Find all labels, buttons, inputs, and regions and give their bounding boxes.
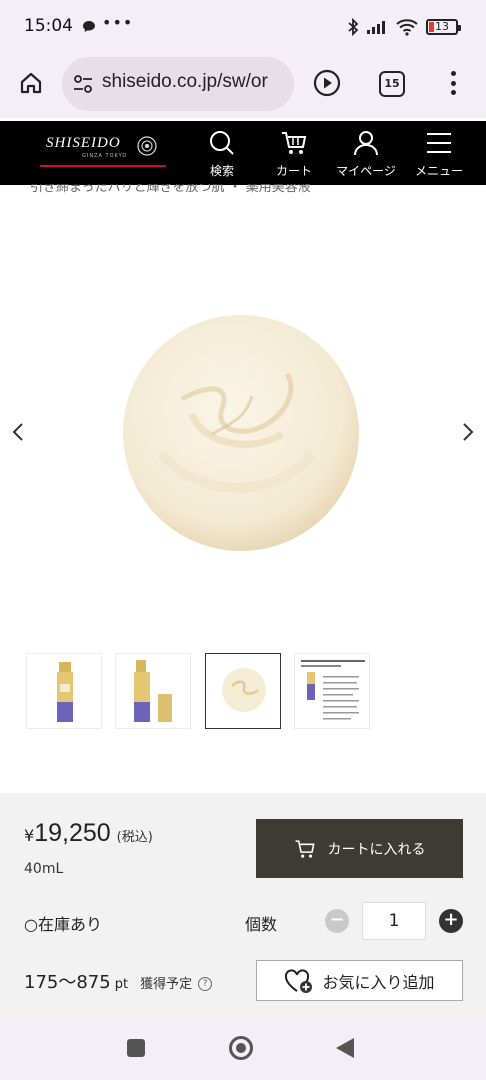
signal-icon xyxy=(367,21,385,34)
home-circle-icon[interactable] xyxy=(229,1036,253,1060)
stock-status: ○在庫あり xyxy=(24,915,102,934)
site-header: SHISEIDO GINZA TOKYO 検索 カート マイページ メニュー xyxy=(0,121,486,185)
points-range: 175〜875 xyxy=(24,972,111,993)
more-notifications-icon: ••• xyxy=(102,13,134,32)
recents-icon[interactable] xyxy=(127,1039,145,1057)
thumbnail-info-sheet[interactable] xyxy=(294,653,370,729)
price-value: 19,250 xyxy=(34,819,111,847)
add-favorite-button[interactable]: お気に入り追加 xyxy=(256,960,463,1001)
nav-cart[interactable]: カート xyxy=(259,127,329,181)
bluetooth-icon xyxy=(348,18,359,36)
shiseido-logo[interactable]: SHISEIDO GINZA TOKYO xyxy=(40,133,166,173)
address-bar[interactable]: shiseido.co.jp/sw/or xyxy=(62,57,294,111)
purchase-panel: ¥19,250 (税込) 40mL カートに入れる ○在庫あり 個数 − 1 + … xyxy=(0,793,486,1019)
price: ¥19,250 (税込) xyxy=(24,819,153,847)
info-sheet-image xyxy=(301,660,365,720)
browser-menu-icon[interactable] xyxy=(446,68,460,98)
nav-menu[interactable]: メニュー xyxy=(404,127,474,181)
product-gallery xyxy=(0,190,486,650)
url-text: shiseido.co.jp/sw/or xyxy=(102,71,268,92)
points-info: 175〜875 pt 獲得予定? xyxy=(24,968,213,994)
system-navigation-bar xyxy=(0,1019,486,1080)
status-time: 15:04 xyxy=(24,16,73,36)
quantity-decrement-button[interactable]: − xyxy=(325,909,349,933)
chevron-right-icon[interactable] xyxy=(458,420,478,444)
status-bar: 15:04 ••• 13 xyxy=(0,0,486,52)
cart-icon xyxy=(282,132,307,154)
tax-label: (税込) xyxy=(116,830,153,845)
cart-icon xyxy=(295,839,315,858)
heart-plus-icon xyxy=(285,968,313,993)
chevron-left-icon[interactable] xyxy=(8,420,28,444)
battery-icon: 13 xyxy=(426,19,461,35)
quantity-label: 個数 xyxy=(245,915,278,934)
thumbnail-cream-selected[interactable] xyxy=(205,653,281,729)
cream-texture-image xyxy=(123,315,359,551)
back-triangle-icon[interactable] xyxy=(336,1038,354,1058)
quantity-increment-button[interactable]: + xyxy=(439,909,463,933)
thumbnail-strip xyxy=(26,653,466,729)
nav-mypage[interactable]: マイページ xyxy=(331,127,401,181)
site-settings-icon[interactable] xyxy=(72,73,94,95)
help-icon[interactable]: ? xyxy=(198,976,213,991)
thumbnail-bottle[interactable] xyxy=(26,653,102,729)
chat-bubble-icon xyxy=(83,21,95,32)
browser-toolbar: shiseido.co.jp/sw/or 15 xyxy=(0,52,486,118)
home-button[interactable] xyxy=(14,66,48,100)
nav-search[interactable]: 検索 xyxy=(187,127,257,181)
thumbnail-bottle-open[interactable] xyxy=(115,653,191,729)
search-icon xyxy=(210,131,234,155)
hamburger-icon xyxy=(427,133,451,153)
person-icon xyxy=(354,131,378,156)
add-to-cart-button[interactable]: カートに入れる xyxy=(256,819,463,878)
bottle-open-image xyxy=(134,660,172,722)
status-icons: 13 xyxy=(347,16,461,38)
cream-thumb-image xyxy=(222,668,266,712)
quantity-input[interactable]: 1 xyxy=(362,902,426,940)
tab-switcher-button[interactable]: 15 xyxy=(379,71,405,97)
volume: 40mL xyxy=(24,861,64,877)
home-icon xyxy=(20,72,42,94)
play-icon[interactable] xyxy=(312,68,342,98)
wifi-icon xyxy=(396,19,418,36)
camellia-logo-icon xyxy=(137,136,157,156)
bottle-image xyxy=(57,662,73,722)
